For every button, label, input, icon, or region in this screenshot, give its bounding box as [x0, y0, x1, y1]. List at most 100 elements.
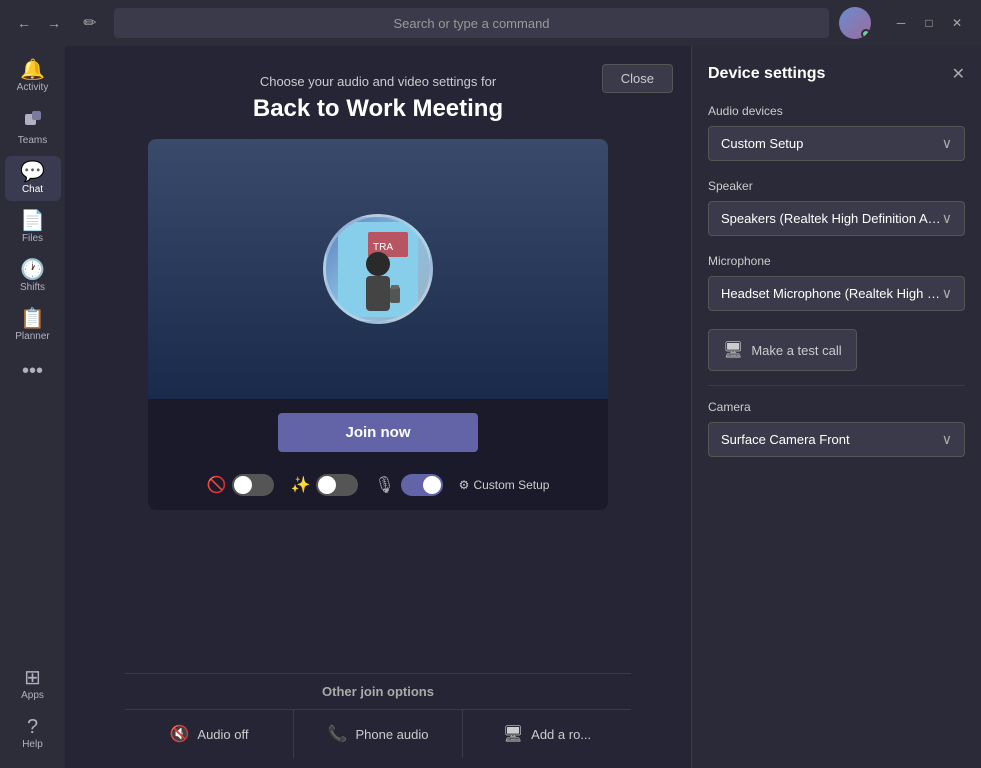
speaker-select[interactable]: Speakers (Realtek High Definition Au... … — [708, 201, 965, 236]
window-controls: ─ □ ✕ — [889, 11, 969, 35]
meeting-title: Back to Work Meeting — [253, 95, 503, 123]
blur-toggle-group: ✨ — [290, 474, 358, 496]
mic-toggle[interactable] — [401, 474, 443, 496]
sidebar-item-chat[interactable]: 💬 Chat — [5, 156, 61, 201]
add-room-option[interactable]: 🖥 Add a ro... — [463, 710, 631, 758]
video-off-icon: 🚫 — [207, 475, 227, 495]
speaker-chevron: ∨ — [942, 210, 952, 227]
audio-devices-chevron: ∨ — [942, 135, 952, 152]
meeting-overlay: Close Choose your audio and video settin… — [65, 46, 691, 768]
microphone-label: Microphone — [708, 254, 965, 268]
microphone-chevron: ∨ — [942, 285, 952, 302]
sidebar-item-help[interactable]: ? Help — [5, 711, 61, 756]
planner-icon: 📋 — [20, 309, 45, 329]
audio-devices-value: Custom Setup — [721, 136, 942, 151]
sidebar-item-activity[interactable]: 🔔 Activity — [5, 54, 61, 99]
sidebar-item-shifts-label: Shifts — [20, 282, 45, 293]
minimize-button[interactable]: ─ — [889, 11, 913, 35]
custom-setup-label: Custom Setup — [473, 478, 549, 492]
sidebar-item-teams-label: Teams — [18, 135, 47, 146]
avatar[interactable] — [839, 7, 871, 39]
phone-audio-label: Phone audio — [355, 727, 428, 742]
test-call-icon: 🖥 — [723, 340, 743, 360]
make-test-call-button[interactable]: 🖥 Make a test call — [708, 329, 857, 371]
audio-off-label: Audio off — [197, 727, 248, 742]
sidebar-item-apps[interactable]: ⊞ Apps — [5, 662, 61, 707]
content-area: Close Choose your audio and video settin… — [65, 46, 691, 768]
sidebar: 🔔 Activity Teams 💬 Chat 📄 Files 🕐 Shifts — [0, 46, 65, 768]
options-row: 🔇 Audio off 📞 Phone audio 🖥 Add a ro... — [125, 709, 631, 758]
blur-toggle[interactable] — [316, 474, 358, 496]
phone-audio-option[interactable]: 📞 Phone audio — [294, 710, 463, 758]
maximize-button[interactable]: □ — [917, 11, 941, 35]
user-avatar-circle: TRA — [323, 214, 433, 324]
avatar-status — [861, 29, 871, 39]
sidebar-item-shifts[interactable]: 🕐 Shifts — [5, 254, 61, 299]
meeting-subtitle: Choose your audio and video settings for — [253, 74, 503, 89]
custom-setup-button[interactable]: ⚙ Custom Setup — [459, 478, 550, 492]
close-meeting-button[interactable]: Close — [602, 64, 673, 93]
controls-row: 🚫 ✨ 🎙 — [148, 466, 608, 510]
sidebar-item-files[interactable]: 📄 Files — [5, 205, 61, 250]
video-toggle-group: 🚫 — [207, 474, 275, 496]
chat-icon: 💬 — [20, 162, 45, 182]
device-settings-panel: Device settings ✕ Audio devices Custom S… — [691, 46, 981, 768]
close-window-button[interactable]: ✕ — [945, 11, 969, 35]
sidebar-item-files-label: Files — [22, 233, 43, 244]
phone-audio-icon: 📞 — [328, 724, 348, 744]
audio-devices-section: Audio devices Custom Setup ∨ — [708, 104, 965, 161]
make-test-call-label: Make a test call — [751, 343, 841, 358]
nav-buttons: ← → — [12, 11, 66, 35]
teams-icon — [23, 109, 43, 133]
files-icon: 📄 — [20, 211, 45, 231]
ds-header: Device settings ✕ — [708, 64, 965, 84]
speaker-value: Speakers (Realtek High Definition Au... — [721, 211, 942, 226]
main-wrap: 🔔 Activity Teams 💬 Chat 📄 Files 🕐 Shifts — [0, 46, 981, 768]
sidebar-item-teams[interactable]: Teams — [5, 103, 61, 152]
blur-toggle-thumb — [318, 476, 336, 494]
svg-text:TRA: TRA — [373, 242, 393, 253]
audio-devices-select[interactable]: Custom Setup ∨ — [708, 126, 965, 161]
sidebar-item-planner[interactable]: 📋 Planner — [5, 303, 61, 348]
meeting-header: Choose your audio and video settings for… — [253, 74, 503, 123]
title-bar: ← → ✏ ─ □ ✕ — [0, 0, 981, 46]
speaker-section: Speaker Speakers (Realtek High Definitio… — [708, 179, 965, 236]
join-now-button[interactable]: Join now — [278, 413, 478, 452]
camera-section: Camera Surface Camera Front ∨ — [708, 400, 965, 457]
microphone-value: Headset Microphone (Realtek High D... — [721, 286, 942, 301]
microphone-select[interactable]: Headset Microphone (Realtek High D... ∨ — [708, 276, 965, 311]
camera-value: Surface Camera Front — [721, 432, 942, 447]
add-room-icon: 🖥 — [503, 724, 523, 744]
apps-icon: ⊞ — [24, 668, 41, 688]
speaker-label: Speaker — [708, 179, 965, 193]
video-inner: TRA — [148, 139, 608, 399]
camera-select[interactable]: Surface Camera Front ∨ — [708, 422, 965, 457]
microphone-section: Microphone Headset Microphone (Realtek H… — [708, 254, 965, 311]
shifts-icon: 🕐 — [20, 260, 45, 280]
add-room-label: Add a ro... — [531, 727, 591, 742]
search-input[interactable] — [114, 8, 829, 38]
camera-chevron: ∨ — [942, 431, 952, 448]
sidebar-item-apps-label: Apps — [21, 690, 44, 701]
mic-icon: 🎙 — [374, 475, 394, 495]
back-button[interactable]: ← — [12, 11, 36, 35]
sidebar-item-help-label: Help — [22, 739, 43, 750]
activity-icon: 🔔 — [20, 60, 45, 80]
video-toggle-thumb — [234, 476, 252, 494]
audio-off-option[interactable]: 🔇 Audio off — [125, 710, 294, 758]
gear-icon: ⚙ — [459, 478, 470, 492]
help-icon: ? — [27, 717, 38, 737]
forward-button[interactable]: → — [42, 11, 66, 35]
sidebar-bottom: ⊞ Apps ? Help — [5, 662, 61, 768]
more-options[interactable]: ••• — [14, 352, 51, 391]
compose-button[interactable]: ✏ — [76, 9, 104, 37]
audio-off-icon: 🔇 — [169, 724, 189, 744]
ds-close-button[interactable]: ✕ — [952, 64, 965, 84]
sidebar-item-activity-label: Activity — [17, 82, 49, 93]
other-options-label: Other join options — [125, 684, 631, 699]
video-toggle[interactable] — [232, 474, 274, 496]
sidebar-item-planner-label: Planner — [15, 331, 49, 342]
blur-icon: ✨ — [290, 475, 310, 495]
camera-label: Camera — [708, 400, 965, 414]
other-join-options: Other join options 🔇 Audio off 📞 Phone a… — [125, 673, 631, 768]
